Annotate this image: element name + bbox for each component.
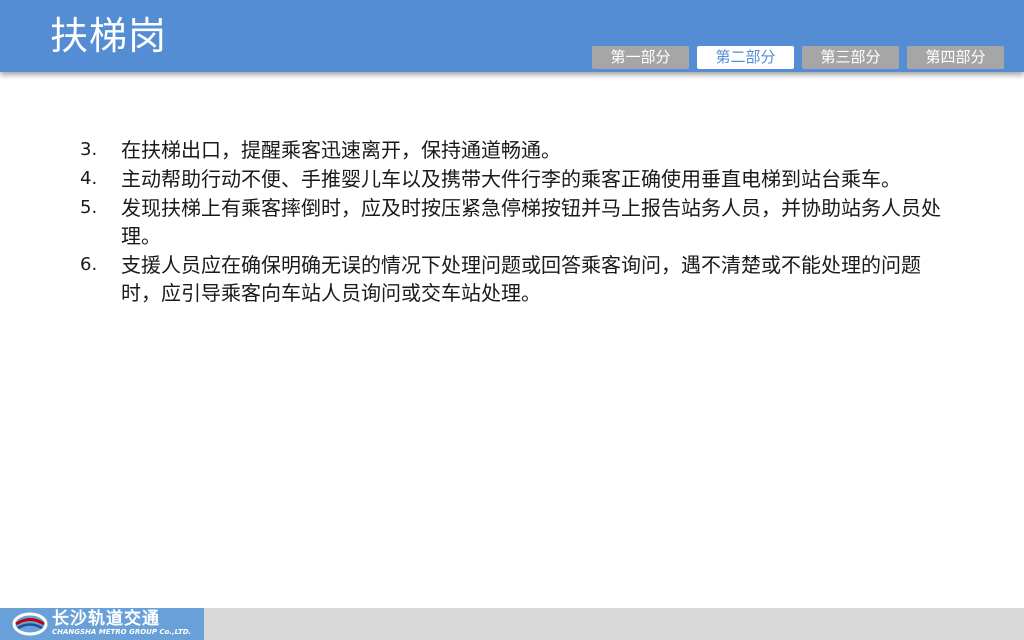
company-logo: 长沙轨道交通 CHANGSHA METRO GROUP Co.,LTD.: [0, 608, 204, 640]
logo-chinese-text: 长沙轨道交通: [52, 609, 160, 629]
page-title: 扶梯岗: [50, 14, 168, 58]
list-item: 4. 主动帮助行动不便、手推婴儿车以及携带大件行李的乘客正确使用垂直电梯到站台乘…: [80, 165, 950, 193]
tab-part-4[interactable]: 第四部分: [907, 46, 1004, 69]
item-number: 4.: [80, 168, 98, 189]
item-text: 主动帮助行动不便、手推婴儿车以及携带大件行李的乘客正确使用垂直电梯到站台乘车。: [121, 167, 901, 191]
item-text: 支援人员应在确保明确无误的情况下处理问题或回答乘客询问，遇不清楚或不能处理的问题…: [121, 253, 921, 305]
item-text: 发现扶梯上有乘客摔倒时，应及时按压紧急停梯按钮并马上报告站务人员，并协助站务人员…: [121, 196, 941, 248]
list-item: 5. 发现扶梯上有乘客摔倒时，应及时按压紧急停梯按钮并马上报告站务人员，并协助站…: [80, 194, 950, 250]
tab-part-2[interactable]: 第二部分: [697, 46, 794, 69]
list-item: 3. 在扶梯出口，提醒乘客迅速离开，保持通道畅通。: [80, 136, 950, 164]
duty-list: 3. 在扶梯出口，提醒乘客迅速离开，保持通道畅通。 4. 主动帮助行动不便、手推…: [80, 136, 950, 308]
logo-english-text: CHANGSHA METRO GROUP Co.,LTD.: [52, 628, 192, 636]
item-number: 6.: [80, 254, 98, 275]
metro-logo-icon: [12, 612, 48, 636]
item-number: 5.: [80, 197, 98, 218]
header-bar: 扶梯岗 第一部分 第二部分 第三部分 第四部分: [0, 0, 1024, 72]
list-item: 6. 支援人员应在确保明确无误的情况下处理问题或回答乘客询问，遇不清楚或不能处理…: [80, 251, 950, 307]
item-number: 3.: [80, 139, 98, 160]
section-tabs: 第一部分 第二部分 第三部分 第四部分: [592, 46, 1004, 69]
item-text: 在扶梯出口，提醒乘客迅速离开，保持通道畅通。: [121, 138, 561, 162]
tab-part-1[interactable]: 第一部分: [592, 46, 689, 69]
tab-part-3[interactable]: 第三部分: [802, 46, 899, 69]
